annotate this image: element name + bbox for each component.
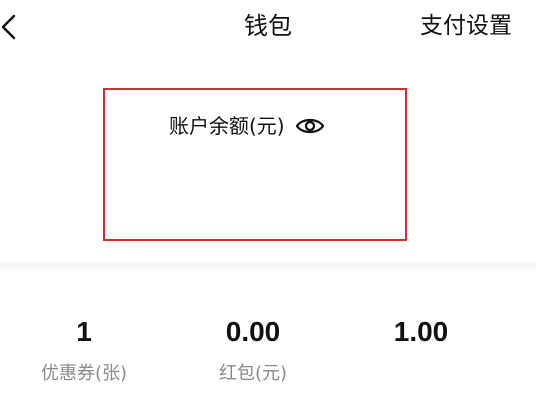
third-stat-value: 1.00 [393, 316, 449, 347]
back-button[interactable] [0, 12, 22, 42]
red-packet-label: 红包(元) [218, 363, 288, 384]
red-packet-stat[interactable]: 0.00 红包(元) [183, 314, 323, 386]
wallet-page: 钱包 支付设置 账户余额(元) 1 优惠券(张) 0.00 红包(元) 1.00 [0, 0, 536, 402]
section-divider [0, 262, 536, 270]
eye-icon [295, 118, 324, 134]
coupons-label: 优惠券(张) [40, 363, 128, 384]
balance-card: 账户余额(元) [103, 88, 407, 241]
coupons-stat[interactable]: 1 优惠券(张) [14, 314, 154, 386]
chevron-left-icon [1, 14, 16, 40]
toggle-balance-visibility-button[interactable] [295, 115, 325, 137]
red-packet-amount: 0.00 [225, 316, 281, 347]
balance-label-row: 账户余额(元) [169, 112, 325, 140]
balance-label: 账户余额(元) [169, 114, 285, 138]
pay-settings-link[interactable]: 支付设置 [420, 10, 512, 42]
coupons-count: 1 [76, 316, 92, 347]
third-stat[interactable]: 1.00 [351, 314, 491, 362]
